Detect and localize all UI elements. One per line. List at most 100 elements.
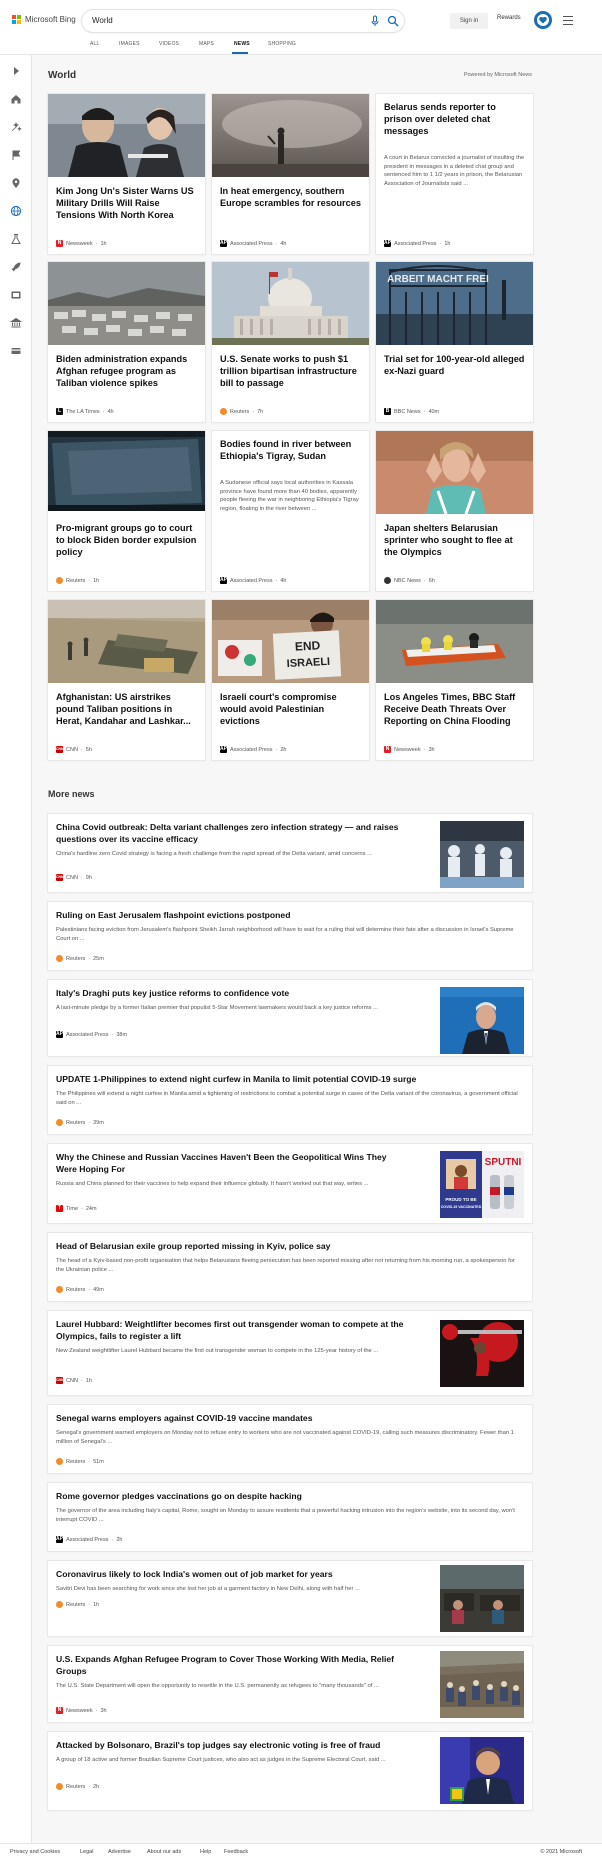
expand-icon[interactable]	[10, 65, 22, 77]
tab-maps[interactable]: MAPS	[199, 41, 214, 47]
card-title[interactable]: Los Angeles Times, BBC Staff Receive Dea…	[384, 692, 526, 728]
item-source[interactable]: Reuters · 1h	[56, 1601, 99, 1608]
tab-shopping[interactable]: SHOPPING	[268, 41, 296, 47]
tab-all[interactable]: ALL	[90, 41, 100, 47]
item-source[interactable]: CNN CNN · 9h	[56, 874, 92, 881]
item-title[interactable]: Attacked by Bolsonaro, Brazil's top judg…	[56, 1739, 426, 1751]
card-source[interactable]: CNN CNN · 5h	[56, 746, 92, 753]
card-title[interactable]: Afghanistan: US airstrikes pound Taliban…	[56, 692, 198, 728]
news-card[interactable]: Pro-migrant groups go to court to block …	[48, 431, 205, 591]
bank-icon[interactable]	[10, 317, 22, 329]
news-card[interactable]: Los Angeles Times, BBC Staff Receive Dea…	[376, 600, 533, 760]
card-source[interactable]: Reuters · 7h	[220, 408, 263, 415]
tab-news[interactable]: NEWS	[234, 41, 250, 47]
more-news-item[interactable]: Coronavirus likely to lock India's women…	[48, 1561, 532, 1636]
globe-icon[interactable]	[10, 205, 22, 217]
card-title[interactable]: U.S. Senate works to push $1 trillion bi…	[220, 354, 362, 390]
item-source[interactable]: Reuters · 49m	[56, 1286, 104, 1293]
item-title[interactable]: Head of Belarusian exile group reported …	[56, 1240, 524, 1252]
news-card[interactable]: ARBEIT MACHT FREI Trial set for 100-year…	[376, 262, 533, 422]
news-card[interactable]: U.S. Senate works to push $1 trillion bi…	[212, 262, 369, 422]
more-news-item[interactable]: Rome governor pledges vaccinations go on…	[48, 1483, 532, 1551]
bing-logo[interactable]: Microsoft Bing	[12, 15, 76, 24]
news-card[interactable]: Belarus sends reporter to prison over de…	[376, 94, 533, 254]
card-source[interactable]: N Newsweek · 3h	[384, 746, 435, 753]
footer-link-privacy[interactable]: Privacy and Cookies	[10, 1849, 60, 1855]
item-title[interactable]: Senegal warns employers against COVID-19…	[56, 1412, 524, 1424]
more-news-item[interactable]: Laurel Hubbard: Weightlifter becomes fir…	[48, 1311, 532, 1395]
menu-icon[interactable]	[563, 16, 573, 25]
news-card[interactable]: END ISRAELI Israeli court's compromise w…	[212, 600, 369, 760]
card-title[interactable]: Belarus sends reporter to prison over de…	[384, 102, 526, 138]
card-icon[interactable]	[10, 345, 22, 357]
more-news-item[interactable]: U.S. Expands Afghan Refugee Program to C…	[48, 1646, 532, 1722]
search-input[interactable]: World	[92, 16, 113, 25]
science-icon[interactable]	[10, 233, 22, 245]
card-source[interactable]: L The LA Times · 4h	[56, 408, 114, 415]
card-source[interactable]: AP Associated Press · 4h	[220, 577, 286, 584]
item-title[interactable]: Italy's Draghi puts key justice reforms …	[56, 987, 426, 999]
item-title[interactable]: Why the Chinese and Russian Vaccines Hav…	[56, 1151, 406, 1175]
footer-link-about-ads[interactable]: About our ads	[147, 1849, 181, 1855]
card-title[interactable]: Biden administration expands Afghan refu…	[56, 354, 198, 390]
search-icon[interactable]	[387, 15, 399, 27]
card-source[interactable]: AP Associated Press · 4h	[220, 240, 286, 247]
news-card[interactable]: Afghanistan: US airstrikes pound Taliban…	[48, 600, 205, 760]
rocket-icon[interactable]	[10, 261, 22, 273]
item-title[interactable]: UPDATE 1-Philippines to extend night cur…	[56, 1073, 524, 1085]
card-source[interactable]: Reuters · 1h	[56, 577, 99, 584]
more-news-item[interactable]: Why the Chinese and Russian Vaccines Hav…	[48, 1144, 532, 1223]
card-title[interactable]: In heat emergency, southern Europe scram…	[220, 186, 362, 210]
item-source[interactable]: AP Associated Press · 2h	[56, 1536, 122, 1543]
news-card[interactable]: Kim Jong Un's Sister Warns US Military D…	[48, 94, 205, 254]
footer-link-advertise[interactable]: Advertise	[108, 1849, 131, 1855]
rewards-link[interactable]: Rewards	[497, 15, 521, 21]
item-title[interactable]: Rome governor pledges vaccinations go on…	[56, 1490, 524, 1502]
news-card[interactable]: In heat emergency, southern Europe scram…	[212, 94, 369, 254]
sparkle-icon[interactable]	[10, 121, 22, 133]
footer-link-feedback[interactable]: Feedback	[224, 1849, 248, 1855]
more-news-item[interactable]: UPDATE 1-Philippines to extend night cur…	[48, 1066, 532, 1134]
item-title[interactable]: U.S. Expands Afghan Refugee Program to C…	[56, 1653, 426, 1677]
news-card[interactable]: Biden administration expands Afghan refu…	[48, 262, 205, 422]
card-source[interactable]: AP Associated Press · 1h	[384, 240, 450, 247]
tab-videos[interactable]: VIDEOS	[159, 41, 179, 47]
card-source[interactable]: N Newsweek · 1h	[56, 240, 107, 247]
sign-in-button[interactable]: Sign in	[450, 13, 488, 29]
powered-by-label[interactable]: Powered by Microsoft News	[464, 72, 532, 78]
item-title[interactable]: Laurel Hubbard: Weightlifter becomes fir…	[56, 1318, 426, 1342]
card-source[interactable]: AP Associated Press · 2h	[220, 746, 286, 753]
card-title[interactable]: Bodies found in river between Ethiopia's…	[220, 439, 362, 463]
more-news-item[interactable]: Head of Belarusian exile group reported …	[48, 1233, 532, 1301]
card-title[interactable]: Pro-migrant groups go to court to block …	[56, 523, 198, 559]
news-card[interactable]: Bodies found in river between Ethiopia's…	[212, 431, 369, 591]
item-source[interactable]: CNN CNN · 1h	[56, 1377, 92, 1384]
more-news-item[interactable]: Senegal warns employers against COVID-19…	[48, 1405, 532, 1473]
item-source[interactable]: Reuters · 25m	[56, 955, 104, 962]
rewards-badge-icon[interactable]	[534, 11, 552, 29]
news-card[interactable]: Japan shelters Belarusian sprinter who s…	[376, 431, 533, 591]
card-title[interactable]: Kim Jong Un's Sister Warns US Military D…	[56, 186, 198, 222]
item-source[interactable]: AP Associated Press · 38m	[56, 1031, 127, 1038]
more-news-item[interactable]: Attacked by Bolsonaro, Brazil's top judg…	[48, 1732, 532, 1810]
item-source[interactable]: T Time · 24m	[56, 1205, 97, 1212]
item-title[interactable]: Coronavirus likely to lock India's women…	[56, 1568, 426, 1580]
item-source[interactable]: Reuters · 39m	[56, 1119, 104, 1126]
tab-images[interactable]: IMAGES	[119, 41, 140, 47]
card-title[interactable]: Israeli court's compromise would avoid P…	[220, 692, 362, 728]
search-box[interactable]: World	[82, 10, 404, 32]
item-title[interactable]: Ruling on East Jerusalem flashpoint evic…	[56, 909, 524, 921]
location-icon[interactable]	[10, 177, 22, 189]
card-title[interactable]: Trial set for 100-year-old alleged ex-Na…	[384, 354, 526, 378]
flag-icon[interactable]	[10, 149, 22, 161]
card-source[interactable]: B BBC News · 40m	[384, 408, 439, 415]
footer-link-help[interactable]: Help	[200, 1849, 211, 1855]
film-icon[interactable]	[10, 289, 22, 301]
more-news-item[interactable]: Ruling on East Jerusalem flashpoint evic…	[48, 902, 532, 970]
more-news-item[interactable]: Italy's Draghi puts key justice reforms …	[48, 980, 532, 1056]
footer-link-legal[interactable]: Legal	[80, 1849, 93, 1855]
home-icon[interactable]	[10, 93, 22, 105]
card-source[interactable]: NBC News · 6h	[384, 577, 435, 584]
more-news-item[interactable]: China Covid outbreak: Delta variant chal…	[48, 814, 532, 892]
card-title[interactable]: Japan shelters Belarusian sprinter who s…	[384, 523, 526, 559]
